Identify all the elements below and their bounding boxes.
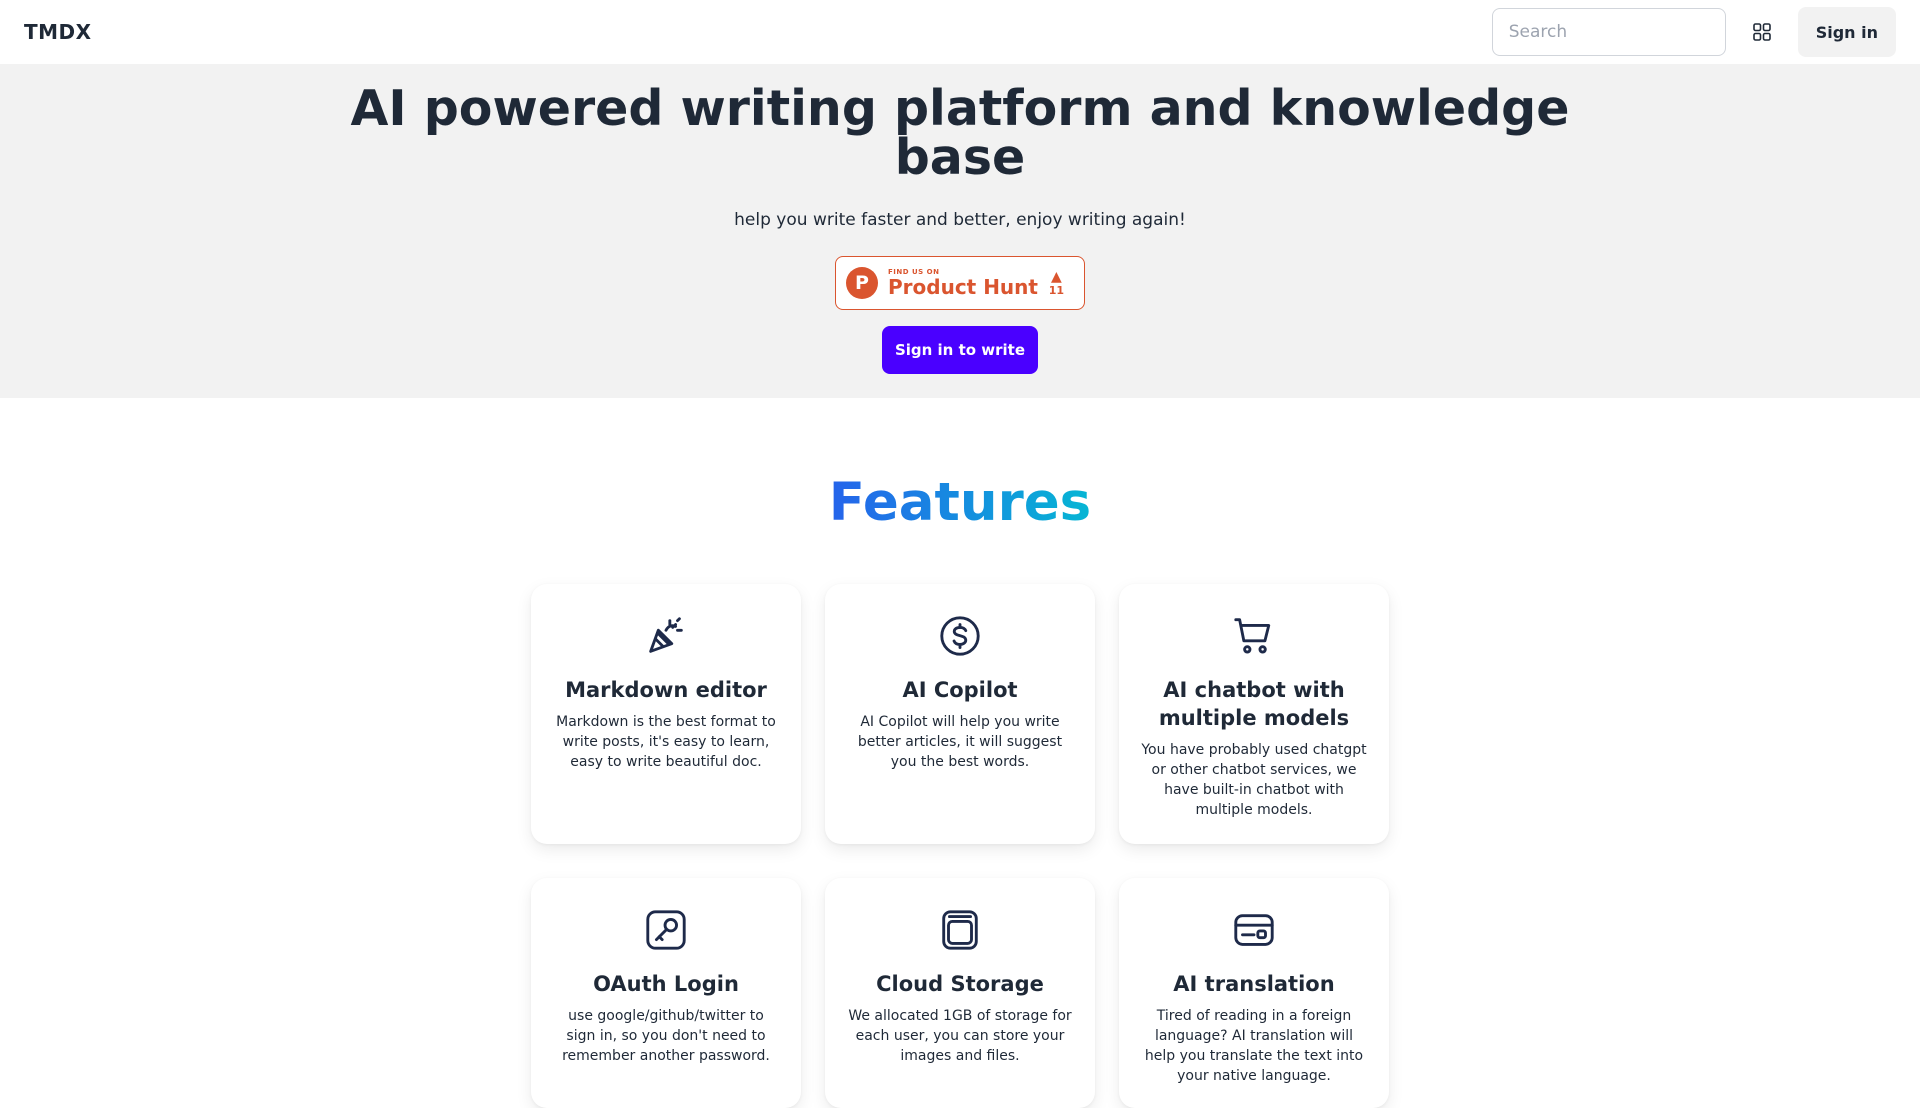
nav-actions: Sign in	[1491, 7, 1896, 57]
features-title-text: Features	[828, 472, 1092, 533]
feature-title: Markdown editor	[565, 678, 767, 702]
product-hunt-logo-icon: P	[846, 267, 878, 299]
party-popper-icon	[642, 612, 690, 660]
feature-title: AI chatbot with multiple models	[1158, 678, 1350, 730]
feature-description: You have probably used chatgpt or other …	[1141, 742, 1367, 818]
feature-description: We allocated 1GB of storage for each use…	[848, 1008, 1072, 1064]
id-card-icon	[1230, 906, 1278, 954]
feature-title: Cloud Storage	[876, 972, 1044, 996]
feature-card: AI Copilot AI Copilot will help you writ…	[825, 584, 1095, 844]
product-hunt-votes: ▲ 11	[1049, 270, 1064, 297]
product-hunt-name: Product Hunt	[888, 275, 1038, 299]
hero-title: AI powered writing platform and knowledg…	[350, 80, 1570, 186]
features-title: Features	[0, 472, 1920, 533]
upvote-arrow-icon: ▲	[1050, 268, 1062, 285]
key-icon	[642, 906, 690, 954]
navbar: TMDX Sign in	[0, 0, 1920, 64]
feature-card: Markdown editor Markdown is the best for…	[531, 584, 801, 844]
feature-card: Cloud Storage We allocated 1GB of storag…	[825, 878, 1095, 1108]
feature-description: Tired of reading in a foreign language? …	[1144, 1008, 1364, 1084]
feature-title: OAuth Login	[593, 972, 739, 996]
feature-card: OAuth Login use google/github/twitter to…	[531, 878, 801, 1108]
product-hunt-badge[interactable]: P FIND US ON Product Hunt ▲ 11	[835, 256, 1085, 310]
dollar-circle-icon	[936, 612, 984, 660]
signin-button[interactable]: Sign in	[1797, 7, 1896, 57]
hero-subtitle: help you write faster and better, enjoy …	[734, 210, 1186, 230]
apps-grid-button[interactable]	[1738, 8, 1786, 56]
sign-in-to-write-button[interactable]: Sign in to write	[882, 326, 1038, 374]
feature-card: AI translation Tired of reading in a for…	[1119, 878, 1389, 1108]
shopping-cart-icon	[1230, 612, 1278, 660]
search-input[interactable]	[1491, 8, 1726, 56]
feature-card: AI chatbot with multiple models You have…	[1119, 584, 1389, 844]
hero-section: AI powered writing platform and knowledg…	[0, 64, 1920, 398]
storage-icon	[936, 906, 984, 954]
upvote-count: 11	[1048, 283, 1064, 297]
feature-title: AI translation	[1173, 972, 1335, 996]
feature-description: use google/github/twitter to sign in, so…	[562, 1008, 770, 1064]
product-hunt-text: FIND US ON Product Hunt	[888, 268, 1038, 298]
feature-description: AI Copilot will help you write better ar…	[857, 714, 1063, 770]
feature-title: AI Copilot	[902, 678, 1018, 702]
apps-grid-icon	[1752, 23, 1771, 41]
brand-logo[interactable]: TMDX	[24, 20, 92, 44]
feature-description: Markdown is the best format to write pos…	[556, 714, 776, 770]
